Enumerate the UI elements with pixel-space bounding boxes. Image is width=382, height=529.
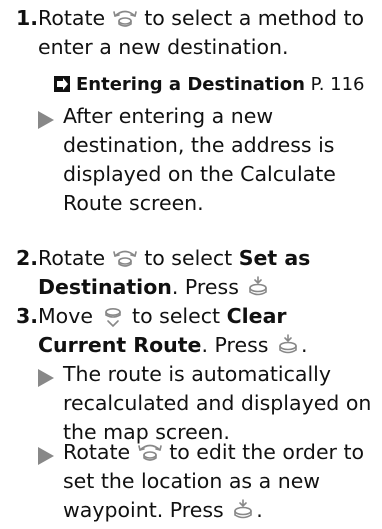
interface-dial-move-icon bbox=[100, 305, 126, 328]
step-instruction: to select bbox=[144, 246, 233, 270]
step-instruction-2: . Press bbox=[171, 275, 239, 299]
cross-reference[interactable]: Entering a Destination P. 116 bbox=[54, 70, 365, 99]
triangle-bullet-icon bbox=[38, 444, 54, 465]
step-text: Move to select Clear Current Route. Pres… bbox=[38, 302, 380, 360]
reference-page: P. 116 bbox=[310, 74, 365, 95]
step-number: 2. bbox=[16, 246, 39, 270]
step-verb: Rotate bbox=[63, 440, 131, 464]
step-text: Rotate to select Set as Destination. Pre… bbox=[38, 244, 380, 302]
step-verb: Rotate bbox=[38, 6, 106, 30]
triangle-bullet-icon bbox=[38, 108, 54, 129]
note-text: The route is automatically recalculated … bbox=[63, 362, 372, 444]
step-instruction-2: . Press bbox=[201, 333, 269, 357]
interface-dial-press-icon bbox=[245, 276, 271, 298]
note-2: The route is automatically recalculated … bbox=[38, 360, 380, 447]
reference-arrow-icon bbox=[54, 72, 70, 92]
step-verb: Move bbox=[38, 304, 93, 328]
manual-page: 1. Rotate to select a method to enter a … bbox=[0, 0, 382, 524]
reference-label: Entering a Destination bbox=[76, 74, 305, 95]
interface-dial-rotate-icon bbox=[112, 247, 138, 269]
step-2: 2. Rotate to select Set as Destination. … bbox=[16, 244, 380, 302]
note-end: . bbox=[256, 498, 263, 522]
step-verb: Rotate bbox=[38, 246, 106, 270]
step-3: 3. Move to select Clear Current Route. P… bbox=[16, 302, 380, 360]
note-3: Rotate to edit the order to set the loca… bbox=[38, 438, 380, 525]
step-number: 3. bbox=[16, 304, 39, 328]
note-1: After entering a new destination, the ad… bbox=[38, 102, 380, 218]
interface-dial-press-icon bbox=[275, 334, 301, 356]
interface-dial-press-icon bbox=[230, 499, 256, 521]
step-end: . bbox=[301, 333, 308, 357]
step-1: 1. Rotate to select a method to enter a … bbox=[16, 4, 380, 62]
step-instruction: to select bbox=[132, 304, 221, 328]
interface-dial-rotate-icon bbox=[137, 441, 163, 463]
note-text: Rotate to edit the order to set the loca… bbox=[63, 438, 380, 525]
note-text: After entering a new destination, the ad… bbox=[63, 104, 336, 215]
step-number: 1. bbox=[16, 6, 39, 30]
triangle-bullet-icon bbox=[38, 366, 54, 387]
interface-dial-rotate-icon bbox=[112, 7, 138, 29]
step-text: Rotate to select a method to enter a new… bbox=[38, 4, 380, 62]
